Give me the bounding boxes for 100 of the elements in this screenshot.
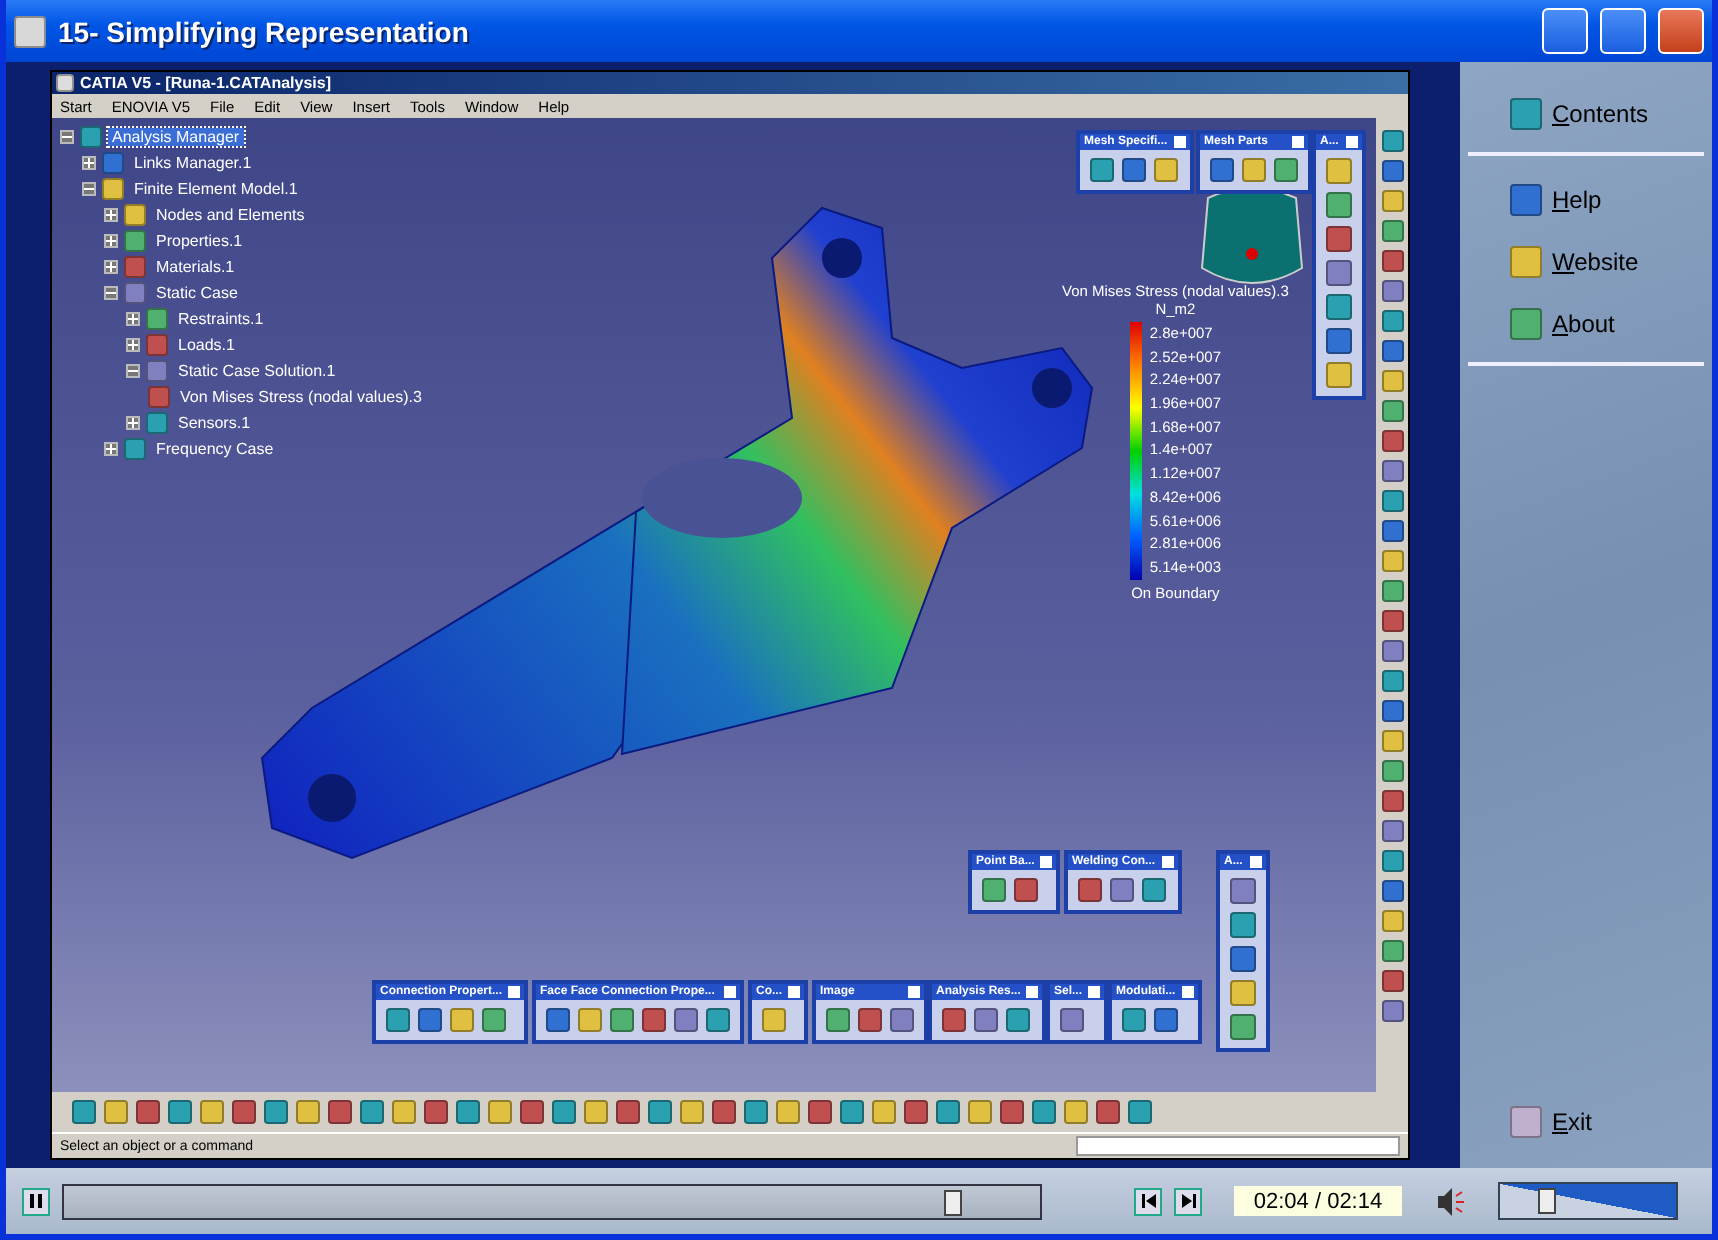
- expand-toggle[interactable]: [82, 182, 96, 196]
- exit-link[interactable]: Exit: [1460, 1090, 1712, 1152]
- tree-item[interactable]: Restraints.1: [174, 310, 268, 328]
- tool-icon[interactable]: [1381, 310, 1403, 332]
- tool-icon[interactable]: [840, 1100, 864, 1124]
- tool-icon[interactable]: [1381, 520, 1403, 542]
- tool-icon[interactable]: [168, 1100, 192, 1124]
- tool-icon[interactable]: [648, 1100, 672, 1124]
- expand-toggle[interactable]: [126, 364, 140, 378]
- tool-icon[interactable]: [1006, 1008, 1030, 1032]
- tool-icon[interactable]: [552, 1100, 576, 1124]
- tool-icon[interactable]: [1381, 340, 1403, 362]
- tool-icon[interactable]: [904, 1100, 928, 1124]
- tool-icon[interactable]: [1096, 1100, 1120, 1124]
- tool-icon[interactable]: [1122, 158, 1146, 182]
- sidebar-link[interactable]: Website: [1460, 230, 1712, 292]
- tool-icon[interactable]: [1154, 1008, 1178, 1032]
- minimize-button[interactable]: [1542, 8, 1588, 54]
- tool-icon[interactable]: [360, 1100, 384, 1124]
- tool-icon[interactable]: [546, 1008, 570, 1032]
- tool-icon[interactable]: [1381, 430, 1403, 452]
- tool-icon[interactable]: [1381, 910, 1403, 932]
- tool-icon[interactable]: [328, 1100, 352, 1124]
- close-icon[interactable]: [1026, 986, 1039, 998]
- tool-icon[interactable]: [1381, 250, 1403, 272]
- tool-icon[interactable]: [1381, 820, 1403, 842]
- tool-icon[interactable]: [858, 1008, 882, 1032]
- tool-icon[interactable]: [1381, 130, 1403, 152]
- tree-item[interactable]: Sensors.1: [174, 414, 255, 432]
- close-icon[interactable]: [508, 986, 521, 998]
- tool-icon[interactable]: [642, 1008, 666, 1032]
- next-button[interactable]: [1174, 1187, 1202, 1215]
- tree-item[interactable]: Static Case: [152, 284, 242, 302]
- progress-track[interactable]: [62, 1183, 1042, 1219]
- tool-icon[interactable]: [72, 1100, 96, 1124]
- tool-icon[interactable]: [1060, 1008, 1084, 1032]
- tool-icon[interactable]: [1128, 1100, 1152, 1124]
- tool-icon[interactable]: [1381, 940, 1403, 962]
- tree-item[interactable]: Materials.1: [152, 258, 239, 276]
- tool-icon[interactable]: [1381, 760, 1403, 782]
- tool-icon[interactable]: [1381, 220, 1403, 242]
- tool-icon[interactable]: [1381, 160, 1403, 182]
- expand-toggle[interactable]: [60, 130, 74, 144]
- tool-icon[interactable]: [1381, 670, 1403, 692]
- tree-item[interactable]: Properties.1: [152, 232, 247, 250]
- tool-icon[interactable]: [264, 1100, 288, 1124]
- tree-item[interactable]: Analysis Manager: [108, 128, 244, 146]
- previous-button[interactable]: [1134, 1187, 1162, 1215]
- tool-icon[interactable]: [1381, 400, 1403, 422]
- sidebar-link[interactable]: Help: [1460, 168, 1712, 230]
- tool-icon[interactable]: [1142, 878, 1166, 902]
- expand-toggle[interactable]: [126, 312, 140, 326]
- tree-item[interactable]: Static Case Solution.1: [174, 362, 340, 380]
- volume-thumb[interactable]: [1537, 1188, 1556, 1214]
- tool-icon[interactable]: [520, 1100, 544, 1124]
- tree-item[interactable]: Finite Element Model.1: [130, 180, 302, 198]
- tool-icon[interactable]: [456, 1100, 480, 1124]
- tool-icon[interactable]: [1381, 370, 1403, 392]
- expand-toggle[interactable]: [104, 442, 118, 456]
- tool-icon[interactable]: [1014, 878, 1038, 902]
- expand-toggle[interactable]: [126, 338, 140, 352]
- tree-item[interactable]: Nodes and Elements: [152, 206, 309, 224]
- tool-icon[interactable]: [386, 1008, 410, 1032]
- expand-toggle[interactable]: [104, 260, 118, 274]
- tool-icon[interactable]: [1210, 158, 1234, 182]
- expand-toggle[interactable]: [104, 208, 118, 222]
- tool-icon[interactable]: [1381, 580, 1403, 602]
- tool-icon[interactable]: [1381, 190, 1403, 212]
- tool-icon[interactable]: [136, 1100, 160, 1124]
- tool-icon[interactable]: [1381, 970, 1403, 992]
- tool-icon[interactable]: [674, 1008, 698, 1032]
- tool-icon[interactable]: [1381, 610, 1403, 632]
- tool-icon[interactable]: [1078, 878, 1102, 902]
- close-icon[interactable]: [1040, 856, 1053, 868]
- tool-icon[interactable]: [1000, 1100, 1024, 1124]
- tool-icon[interactable]: [1381, 550, 1403, 572]
- tool-icon[interactable]: [1381, 880, 1403, 902]
- close-icon[interactable]: [1088, 986, 1101, 998]
- tool-icon[interactable]: [1381, 280, 1403, 302]
- tool-icon[interactable]: [1122, 1008, 1146, 1032]
- tool-icon[interactable]: [418, 1008, 442, 1032]
- tool-icon[interactable]: [1032, 1100, 1056, 1124]
- expand-toggle[interactable]: [104, 234, 118, 248]
- tool-icon[interactable]: [1381, 850, 1403, 872]
- sidebar-link[interactable]: Contents: [1460, 82, 1712, 144]
- close-icon[interactable]: [1161, 856, 1174, 868]
- tool-icon[interactable]: [744, 1100, 768, 1124]
- sidebar-link[interactable]: About: [1460, 292, 1712, 354]
- tree-item[interactable]: Links Manager.1: [130, 154, 256, 172]
- tool-icon[interactable]: [1381, 730, 1403, 752]
- command-field[interactable]: [1076, 1136, 1400, 1156]
- tool-icon[interactable]: [1381, 640, 1403, 662]
- expand-toggle[interactable]: [82, 156, 96, 170]
- tree-item[interactable]: Von Mises Stress (nodal values).3: [176, 388, 426, 406]
- tool-icon[interactable]: [1381, 460, 1403, 482]
- volume-slider[interactable]: [1498, 1182, 1678, 1220]
- tool-icon[interactable]: [1110, 878, 1134, 902]
- tool-icon[interactable]: [712, 1100, 736, 1124]
- tool-icon[interactable]: [936, 1100, 960, 1124]
- tool-icon[interactable]: [1381, 790, 1403, 812]
